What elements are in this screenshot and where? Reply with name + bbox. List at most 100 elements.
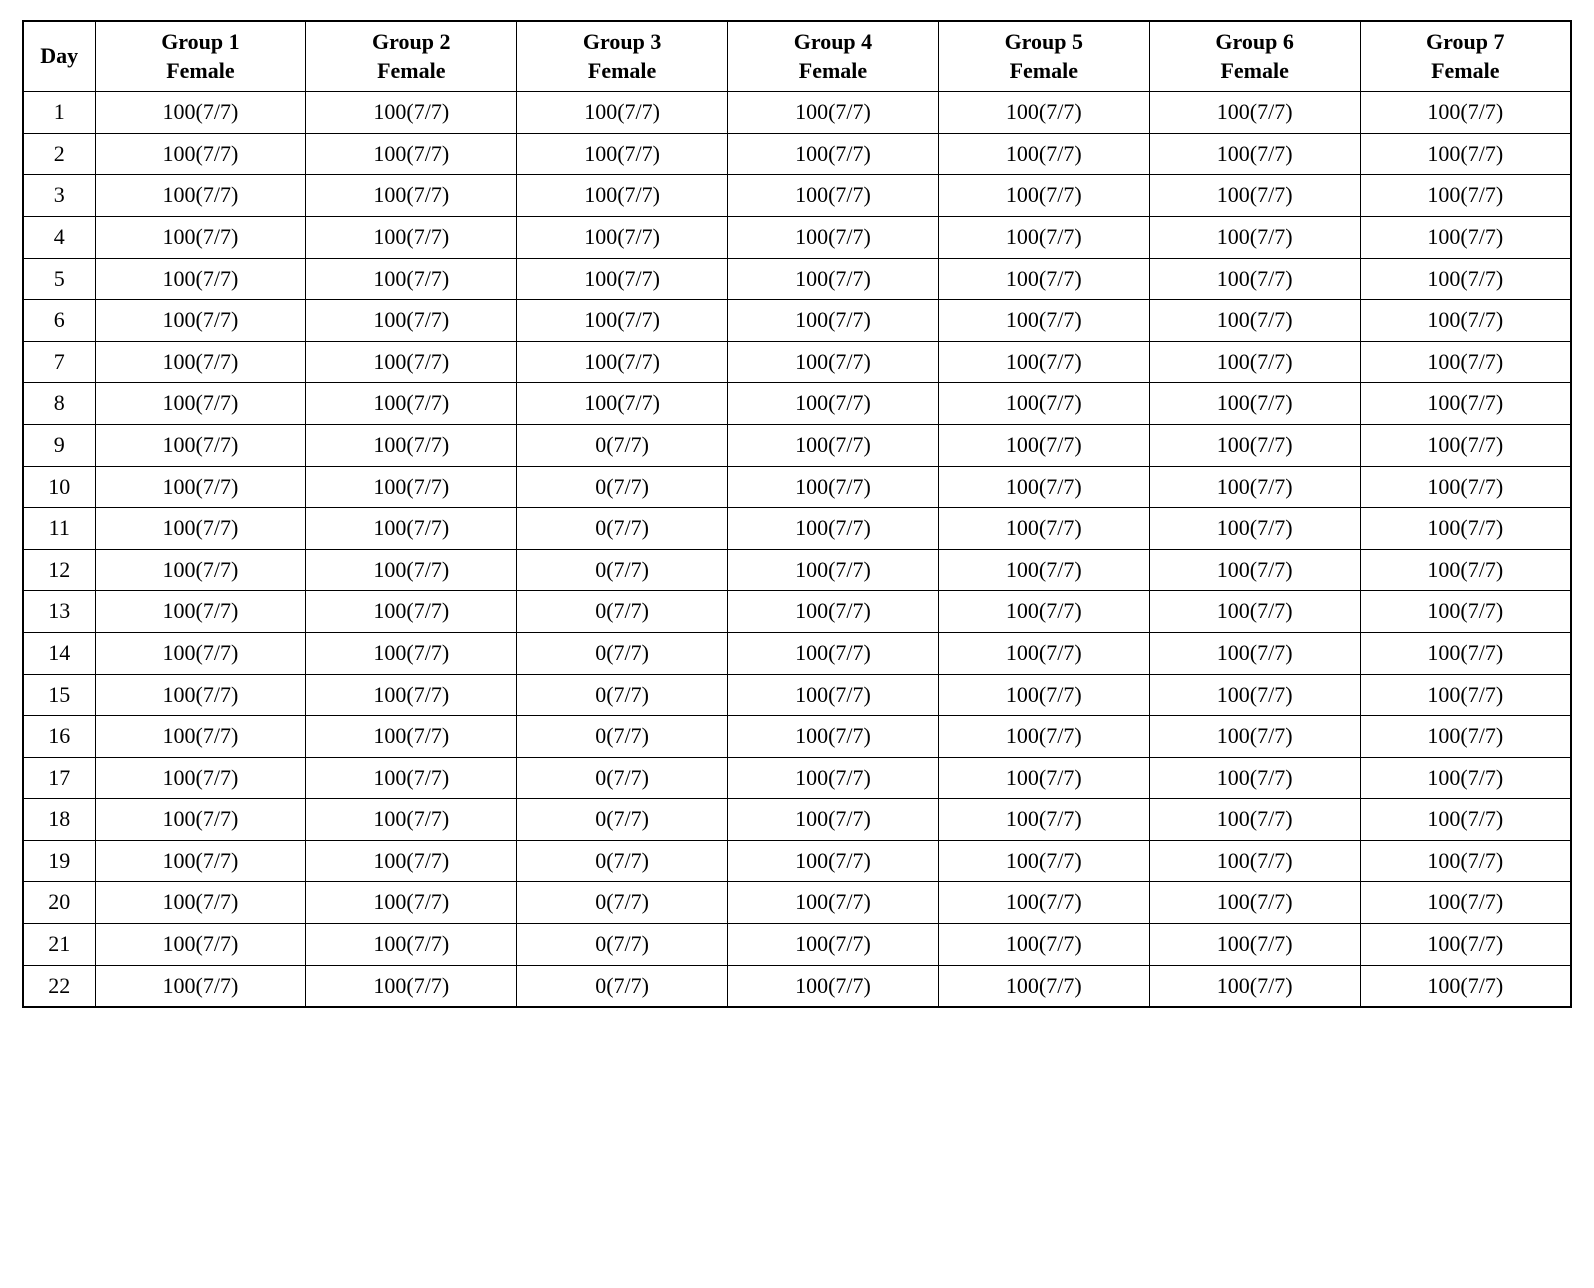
- cell-g1: 100(7/7): [95, 508, 306, 550]
- cell-g1: 100(7/7): [95, 757, 306, 799]
- cell-g7: 100(7/7): [1360, 924, 1571, 966]
- cell-day: 3: [23, 175, 95, 217]
- cell-g3: 100(7/7): [517, 92, 728, 134]
- cell-g4: 100(7/7): [728, 840, 939, 882]
- cell-g5: 100(7/7): [938, 216, 1149, 258]
- cell-g4: 100(7/7): [728, 924, 939, 966]
- cell-g3: 0(7/7): [517, 466, 728, 508]
- cell-g5: 100(7/7): [938, 674, 1149, 716]
- cell-g6: 100(7/7): [1149, 591, 1360, 633]
- cell-g4: 100(7/7): [728, 133, 939, 175]
- cell-g6: 100(7/7): [1149, 757, 1360, 799]
- cell-day: 6: [23, 300, 95, 342]
- cell-g5: 100(7/7): [938, 840, 1149, 882]
- cell-day: 12: [23, 549, 95, 591]
- table-row: 20100(7/7)100(7/7)0(7/7)100(7/7)100(7/7)…: [23, 882, 1571, 924]
- cell-g7: 100(7/7): [1360, 341, 1571, 383]
- cell-g7: 100(7/7): [1360, 92, 1571, 134]
- cell-g4: 100(7/7): [728, 549, 939, 591]
- cell-g1: 100(7/7): [95, 591, 306, 633]
- cell-g2: 100(7/7): [306, 92, 517, 134]
- cell-g3: 100(7/7): [517, 175, 728, 217]
- cell-g1: 100(7/7): [95, 674, 306, 716]
- header-group1: Group 1Female: [95, 21, 306, 92]
- table-row: 17100(7/7)100(7/7)0(7/7)100(7/7)100(7/7)…: [23, 757, 1571, 799]
- cell-g6: 100(7/7): [1149, 549, 1360, 591]
- cell-g4: 100(7/7): [728, 965, 939, 1007]
- cell-g1: 100(7/7): [95, 466, 306, 508]
- cell-g2: 100(7/7): [306, 300, 517, 342]
- cell-g5: 100(7/7): [938, 632, 1149, 674]
- cell-g3: 0(7/7): [517, 716, 728, 758]
- cell-g3: 100(7/7): [517, 216, 728, 258]
- cell-g3: 0(7/7): [517, 799, 728, 841]
- cell-g2: 100(7/7): [306, 175, 517, 217]
- cell-g2: 100(7/7): [306, 216, 517, 258]
- cell-day: 10: [23, 466, 95, 508]
- cell-g4: 100(7/7): [728, 341, 939, 383]
- cell-g4: 100(7/7): [728, 92, 939, 134]
- cell-g2: 100(7/7): [306, 840, 517, 882]
- cell-day: 17: [23, 757, 95, 799]
- cell-day: 9: [23, 424, 95, 466]
- cell-g3: 100(7/7): [517, 300, 728, 342]
- table-row: 22100(7/7)100(7/7)0(7/7)100(7/7)100(7/7)…: [23, 965, 1571, 1007]
- cell-g5: 100(7/7): [938, 466, 1149, 508]
- cell-g4: 100(7/7): [728, 799, 939, 841]
- cell-g1: 100(7/7): [95, 133, 306, 175]
- cell-g2: 100(7/7): [306, 632, 517, 674]
- cell-g4: 100(7/7): [728, 591, 939, 633]
- survival-table: Day Group 1Female Group 2Female Group 3F…: [22, 20, 1572, 1008]
- cell-g6: 100(7/7): [1149, 424, 1360, 466]
- cell-g3: 100(7/7): [517, 133, 728, 175]
- cell-g2: 100(7/7): [306, 466, 517, 508]
- header-day: Day: [23, 21, 95, 92]
- cell-g5: 100(7/7): [938, 591, 1149, 633]
- table-row: 2100(7/7)100(7/7)100(7/7)100(7/7)100(7/7…: [23, 133, 1571, 175]
- table-row: 10100(7/7)100(7/7)0(7/7)100(7/7)100(7/7)…: [23, 466, 1571, 508]
- cell-day: 13: [23, 591, 95, 633]
- cell-g1: 100(7/7): [95, 924, 306, 966]
- cell-g6: 100(7/7): [1149, 383, 1360, 425]
- cell-g4: 100(7/7): [728, 175, 939, 217]
- cell-g4: 100(7/7): [728, 424, 939, 466]
- cell-g1: 100(7/7): [95, 216, 306, 258]
- header-group4: Group 4Female: [728, 21, 939, 92]
- cell-g7: 100(7/7): [1360, 258, 1571, 300]
- table-row: 1100(7/7)100(7/7)100(7/7)100(7/7)100(7/7…: [23, 92, 1571, 134]
- cell-g4: 100(7/7): [728, 882, 939, 924]
- cell-g6: 100(7/7): [1149, 965, 1360, 1007]
- header-group5: Group 5Female: [938, 21, 1149, 92]
- cell-g7: 100(7/7): [1360, 466, 1571, 508]
- cell-g2: 100(7/7): [306, 258, 517, 300]
- table-row: 9100(7/7)100(7/7)0(7/7)100(7/7)100(7/7)1…: [23, 424, 1571, 466]
- cell-g5: 100(7/7): [938, 424, 1149, 466]
- header-group7: Group 7Female: [1360, 21, 1571, 92]
- cell-g6: 100(7/7): [1149, 175, 1360, 217]
- cell-g7: 100(7/7): [1360, 383, 1571, 425]
- cell-g7: 100(7/7): [1360, 591, 1571, 633]
- table-header-row: Day Group 1Female Group 2Female Group 3F…: [23, 21, 1571, 92]
- cell-g6: 100(7/7): [1149, 258, 1360, 300]
- table-row: 11100(7/7)100(7/7)0(7/7)100(7/7)100(7/7)…: [23, 508, 1571, 550]
- cell-g1: 100(7/7): [95, 716, 306, 758]
- cell-day: 5: [23, 258, 95, 300]
- cell-g3: 100(7/7): [517, 341, 728, 383]
- cell-g6: 100(7/7): [1149, 632, 1360, 674]
- cell-g5: 100(7/7): [938, 549, 1149, 591]
- cell-g6: 100(7/7): [1149, 216, 1360, 258]
- cell-g2: 100(7/7): [306, 591, 517, 633]
- cell-g1: 100(7/7): [95, 383, 306, 425]
- cell-g5: 100(7/7): [938, 258, 1149, 300]
- cell-g7: 100(7/7): [1360, 632, 1571, 674]
- cell-g3: 100(7/7): [517, 258, 728, 300]
- cell-g1: 100(7/7): [95, 92, 306, 134]
- data-table-container: Day Group 1Female Group 2Female Group 3F…: [22, 20, 1572, 1008]
- cell-g7: 100(7/7): [1360, 882, 1571, 924]
- cell-g2: 100(7/7): [306, 716, 517, 758]
- cell-g3: 0(7/7): [517, 965, 728, 1007]
- cell-g4: 100(7/7): [728, 674, 939, 716]
- cell-day: 22: [23, 965, 95, 1007]
- cell-day: 8: [23, 383, 95, 425]
- cell-g6: 100(7/7): [1149, 882, 1360, 924]
